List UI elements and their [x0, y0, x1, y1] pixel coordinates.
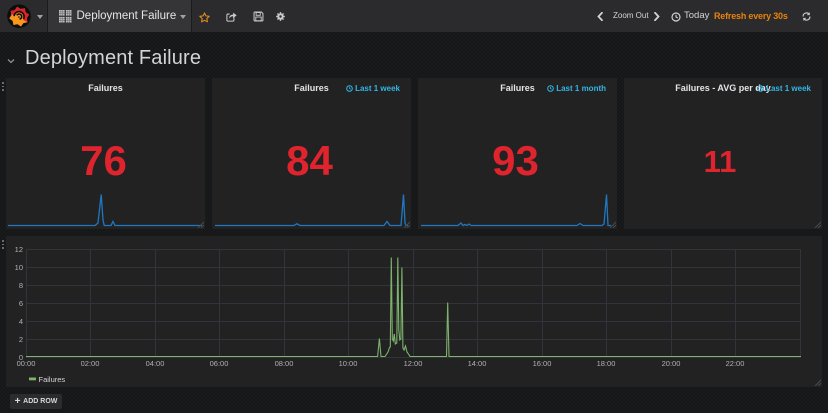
svg-text:4: 4 — [19, 317, 23, 326]
svg-text:14:00: 14:00 — [468, 359, 487, 368]
svg-text:2: 2 — [19, 335, 23, 344]
svg-text:06:00: 06:00 — [210, 359, 229, 368]
svg-text:16:00: 16:00 — [533, 359, 552, 368]
svg-text:12: 12 — [15, 245, 23, 254]
svg-text:10: 10 — [15, 263, 23, 272]
svg-text:04:00: 04:00 — [146, 359, 165, 368]
svg-text:8: 8 — [19, 281, 23, 290]
svg-text:18:00: 18:00 — [597, 359, 616, 368]
svg-text:6: 6 — [19, 299, 23, 308]
svg-text:08:00: 08:00 — [275, 359, 294, 368]
svg-text:00:00: 00:00 — [17, 359, 36, 368]
svg-text:12:00: 12:00 — [404, 359, 423, 368]
svg-text:22:00: 22:00 — [726, 359, 745, 368]
svg-text:20:00: 20:00 — [662, 359, 681, 368]
svg-text:Failures: Failures — [39, 375, 66, 384]
svg-text:10:00: 10:00 — [339, 359, 358, 368]
svg-text:02:00: 02:00 — [81, 359, 100, 368]
